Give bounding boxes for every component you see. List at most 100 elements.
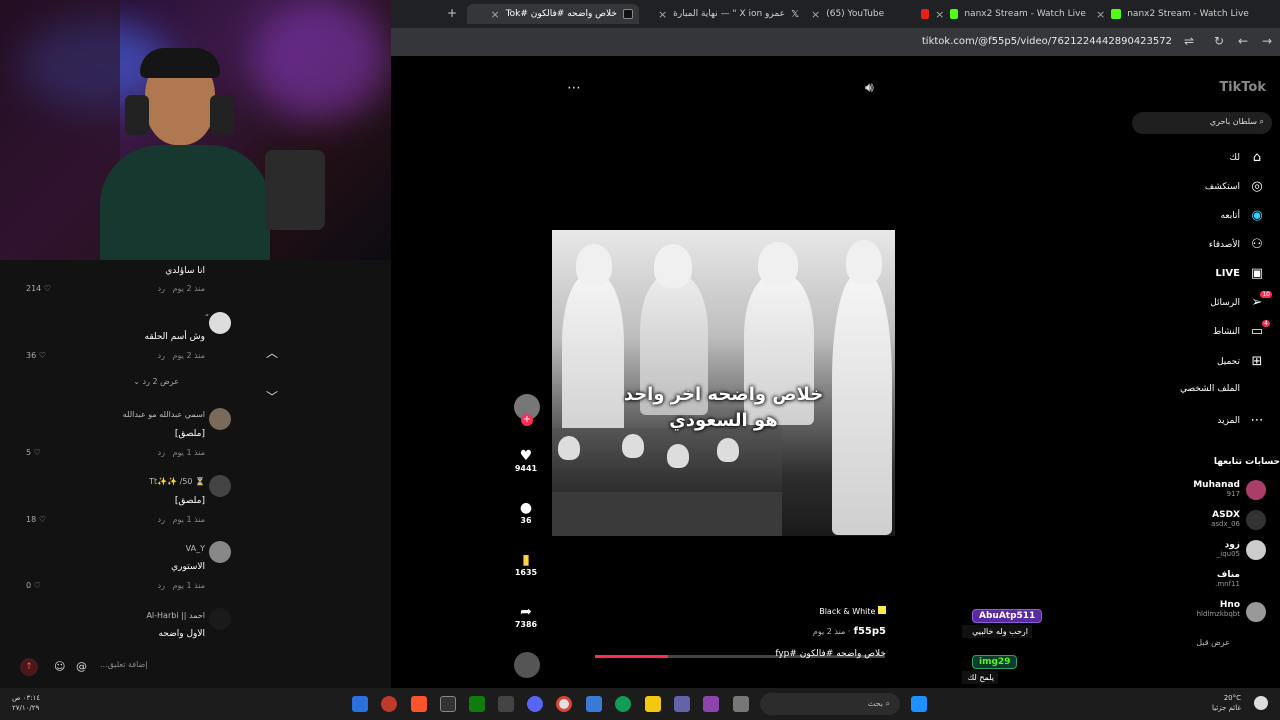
sidebar-item-following[interactable]: ◉ أتابعه bbox=[1221, 208, 1266, 223]
following-account[interactable]: زود iqu05_ bbox=[1217, 540, 1240, 558]
more-options-icon[interactable]: ⋯ bbox=[567, 80, 581, 96]
video-caption: خلاص واضحه اخر واحد هو السعودي bbox=[623, 384, 824, 431]
avatar[interactable] bbox=[209, 408, 231, 430]
comment-input[interactable]: إضافة تعليق... bbox=[100, 660, 148, 669]
like-count[interactable]: 18 ♡ bbox=[26, 515, 46, 524]
edge-icon[interactable] bbox=[615, 696, 631, 712]
tab-kick-2[interactable]: × nanx2 Stream - Watch Live bbox=[1096, 4, 1256, 24]
avatar[interactable] bbox=[209, 541, 231, 563]
chrome-icon[interactable] bbox=[556, 696, 572, 712]
sidebar-item-more[interactable]: ⋯ المزيد bbox=[1217, 413, 1266, 428]
comment-meta: منذ 2 يوم رد bbox=[157, 284, 205, 293]
folder-icon[interactable] bbox=[645, 696, 661, 712]
comment-user[interactable]: اسمي عبدالله مو عبدالله bbox=[123, 410, 205, 419]
sidebar-item-explore[interactable]: ◎ استكشف bbox=[1205, 179, 1266, 194]
brave-icon[interactable] bbox=[411, 696, 427, 712]
app-icon[interactable] bbox=[352, 696, 368, 712]
following-account[interactable]: مناف mnf11. bbox=[1215, 570, 1240, 588]
sidebar-item-upload[interactable]: ⊞ تحميل bbox=[1217, 354, 1266, 369]
video-frame[interactable]: خلاص واضحه اخر واحد هو السعودي bbox=[552, 230, 895, 536]
comment-button[interactable]: ● 36 bbox=[513, 500, 539, 525]
site-settings-icon[interactable]: ⇌ bbox=[1184, 34, 1194, 48]
reload-icon[interactable]: ↻ bbox=[1214, 34, 1224, 48]
comments-panel: انا ساؤلدي منذ 2 يوم رد 214 ♡ ّ وش أسم ا… bbox=[0, 260, 391, 688]
back-icon[interactable]: ← bbox=[1238, 34, 1248, 48]
discord-icon[interactable] bbox=[527, 696, 543, 712]
music-disc-icon[interactable] bbox=[514, 652, 540, 678]
teams-icon[interactable] bbox=[674, 696, 690, 712]
xbox-icon[interactable] bbox=[469, 696, 485, 712]
like-count[interactable]: 5 ♡ bbox=[26, 448, 41, 457]
close-icon[interactable]: × bbox=[811, 8, 820, 21]
sidebar-item-activity[interactable]: ▭ 4 النشاط bbox=[1213, 320, 1270, 339]
avatar[interactable] bbox=[1246, 510, 1266, 530]
clock[interactable]: ٠٣:١٤ ص ٢٧/١٠/٢٩ bbox=[12, 693, 40, 713]
close-icon[interactable]: × bbox=[935, 8, 944, 21]
reply-link[interactable]: رد bbox=[158, 351, 165, 360]
reply-link[interactable]: رد bbox=[158, 515, 165, 524]
store-icon[interactable] bbox=[586, 696, 602, 712]
compass-icon: ◎ bbox=[1251, 179, 1263, 194]
close-icon[interactable]: × bbox=[490, 8, 499, 21]
following-account[interactable]: ASDX asdx_06 bbox=[1211, 510, 1240, 528]
avatar[interactable] bbox=[1246, 480, 1266, 500]
following-account[interactable]: Muhanad 917 bbox=[1193, 480, 1240, 498]
tab-kick-1[interactable]: × nanx2 Stream - Watch Live bbox=[921, 4, 1086, 24]
author-line[interactable]: f55p5 · منذ 2 يوم bbox=[738, 626, 886, 637]
sidebar-item-messages[interactable]: ➢ 10 الرسائل bbox=[1210, 291, 1272, 310]
comment-user[interactable]: ⏳ Tt✨✨ /50 bbox=[149, 477, 205, 486]
tiktok-logo[interactable]: TikTok bbox=[1219, 80, 1266, 95]
search-icon: ⌕ bbox=[885, 699, 890, 708]
volume-icon[interactable]: 🔊︎ bbox=[865, 80, 874, 96]
like-count[interactable]: 36 ♡ bbox=[26, 351, 46, 360]
video-player: ⋯ 🔊︎ خلاص واضحه اخر واحد هو السعودي Blac… bbox=[391, 56, 1126, 688]
comment-icon: ● bbox=[519, 500, 533, 516]
comment-user[interactable]: VA_Y bbox=[186, 544, 205, 553]
following-account[interactable]: Hno hldlmzkbqbt bbox=[1197, 600, 1240, 618]
tab-x[interactable]: 𝕏 عمرو X ion " — نهاية المبارة × bbox=[649, 4, 799, 24]
avatar[interactable] bbox=[1246, 540, 1266, 560]
mention-icon[interactable]: @ bbox=[76, 660, 87, 673]
like-button[interactable]: ♥ 9441 bbox=[513, 448, 539, 473]
avatar[interactable] bbox=[209, 475, 231, 497]
avatar[interactable] bbox=[209, 312, 231, 334]
save-button[interactable]: ▮ 1635 bbox=[513, 552, 539, 577]
reply-link[interactable]: رد bbox=[158, 581, 165, 590]
view-replies-link[interactable]: عرض 2 رد ⌄ bbox=[133, 377, 179, 386]
app-icon[interactable] bbox=[733, 696, 749, 712]
close-icon[interactable]: × bbox=[1096, 8, 1105, 21]
avatar[interactable] bbox=[209, 608, 231, 630]
app-icon[interactable] bbox=[440, 696, 456, 712]
close-icon[interactable]: × bbox=[658, 8, 667, 21]
forward-icon[interactable]: → bbox=[1262, 34, 1272, 48]
emoji-icon[interactable]: ☺ bbox=[54, 660, 65, 673]
url-field[interactable]: tiktok.com/@f55p5/video/7621224442890423… bbox=[922, 36, 1172, 47]
send-icon[interactable]: ↑ bbox=[20, 658, 38, 676]
sidebar-item-live[interactable]: ▣ LIVE bbox=[1215, 266, 1266, 281]
new-tab-button[interactable]: + bbox=[447, 6, 457, 20]
like-count[interactable]: 0 ♡ bbox=[26, 581, 41, 590]
chevron-down-icon[interactable]: ﹀ bbox=[266, 388, 278, 405]
windows-start-icon[interactable] bbox=[911, 696, 927, 712]
show-more-link[interactable]: عرض قبل bbox=[1196, 638, 1230, 647]
avatar[interactable] bbox=[1246, 602, 1266, 622]
taskbar-search[interactable]: ⌕ بحث bbox=[760, 693, 900, 715]
reply-link[interactable]: رد bbox=[158, 284, 165, 293]
search-icon: ⌕ bbox=[1259, 117, 1264, 126]
chevron-up-icon[interactable]: ︿ bbox=[266, 344, 278, 361]
reply-link[interactable]: رد bbox=[158, 448, 165, 457]
share-button[interactable]: ➦ 7386 bbox=[513, 604, 539, 629]
sidebar-item-friends[interactable]: ⚇ الأصدقاء bbox=[1209, 237, 1266, 252]
follow-plus-icon[interactable]: + bbox=[521, 414, 533, 426]
comment-user[interactable]: احمد || Al-Harbi bbox=[146, 611, 205, 620]
app-icon[interactable] bbox=[381, 696, 397, 712]
search-input[interactable]: ⌕ سلطان باحري bbox=[1132, 112, 1272, 134]
sidebar-item-profile[interactable]: الملف الشخصي bbox=[1180, 384, 1266, 394]
weather-widget[interactable]: 20°C غائم جزئيا bbox=[1212, 693, 1241, 713]
sidebar-item-for-you[interactable]: ⌂ لك bbox=[1230, 150, 1266, 165]
like-count[interactable]: 214 ♡ bbox=[26, 284, 51, 293]
music-label[interactable]: Black & White bbox=[738, 606, 886, 616]
app-icon[interactable] bbox=[498, 696, 514, 712]
tab-tiktok[interactable]: خلاص واضحه #فالكون #Tok × bbox=[467, 4, 639, 24]
app-icon[interactable] bbox=[703, 696, 719, 712]
